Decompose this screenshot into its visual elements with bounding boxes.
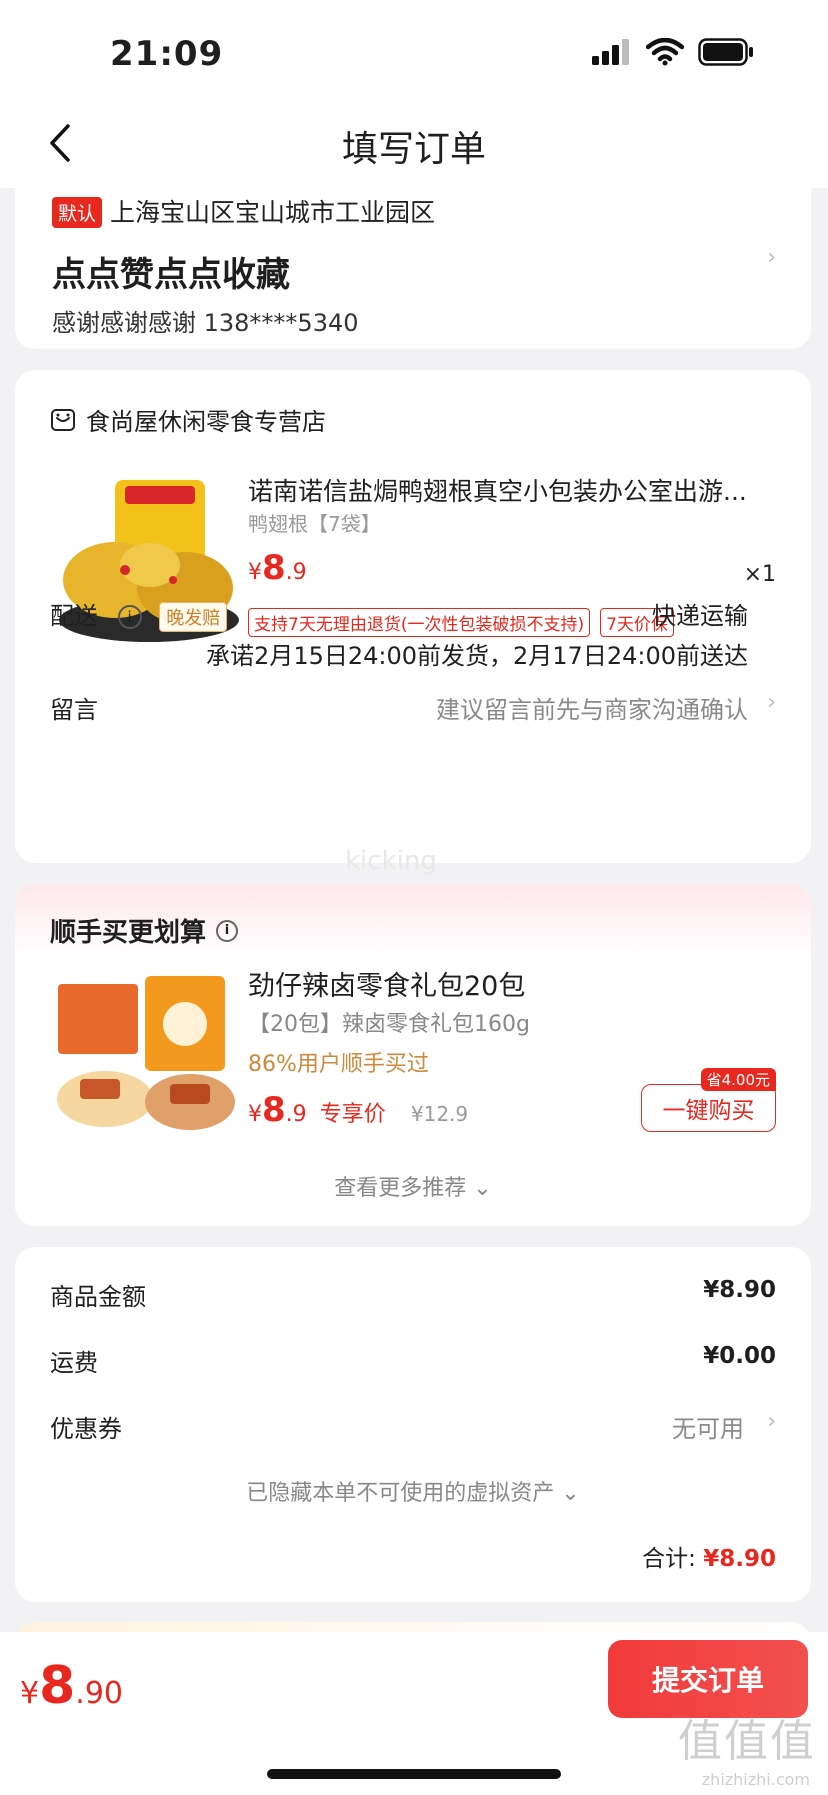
recommend-price: ¥8.9 专享价 ¥12.9 (248, 1090, 469, 1130)
chevron-down-icon: ⌄ (561, 1481, 580, 1506)
recommend-name[interactable]: 劲仔辣卤零食礼包20包 (248, 964, 525, 1003)
delivery-row[interactable]: 配送 i 晚发赔 快递运输 承诺2月15日24:00前发货，2月17日24:00… (50, 596, 776, 670)
status-bar: 21:09 (0, 0, 828, 100)
original-price: ¥12.9 (410, 1102, 469, 1126)
note-placeholder[interactable]: 建议留言前先与商家沟通确认 (436, 690, 748, 725)
store-name: 食尚屋休闲零食专营店 (86, 408, 326, 436)
recommend-social: 86%用户顺手买过 (248, 1052, 429, 1077)
shipping-value: ¥0.00 (703, 1343, 776, 1369)
home-indicator[interactable] (267, 1769, 561, 1779)
shipping-row: 运费 ¥0.00 (50, 1343, 776, 1378)
exclusive-price-label: 专享价 (319, 1102, 386, 1127)
chevron-right-icon: › (767, 1409, 776, 1434)
delivery-method: 快递运输 (652, 602, 748, 630)
store-icon (51, 408, 75, 431)
coupon-label: 优惠券 (50, 1415, 122, 1443)
chevron-right-icon: › (767, 690, 776, 715)
total-value: ¥8.90 (703, 1546, 776, 1572)
shipping-label: 运费 (50, 1349, 98, 1377)
late-compensation-badge: 晚发赔 (159, 602, 228, 632)
recommend-spec: 【20包】辣卤零食礼包160g (248, 1012, 530, 1037)
chevron-right-icon: › (767, 245, 776, 270)
product-spec[interactable]: 鸭翅根【7袋】 (248, 508, 381, 537)
recommend-image[interactable] (50, 964, 240, 1136)
address-contact: 感谢感谢感谢 138****5340 (52, 309, 359, 337)
status-time: 21:09 (110, 34, 224, 74)
product-price: ¥8.9 (248, 548, 307, 588)
bottom-bar: ¥8.90 提交订单 值值值 zhizhizhi.com (0, 1632, 828, 1795)
note-label: 留言 (50, 696, 98, 724)
goods-amount-label: 商品金额 (50, 1283, 146, 1311)
battery-icon (698, 38, 753, 66)
store-header[interactable]: 食尚屋休闲零食专营店 (50, 402, 326, 437)
watermark-url: zhizhizhi.com (701, 1770, 810, 1789)
coupon-value: 无可用 (672, 1415, 744, 1443)
summary-card: 商品金额 ¥8.90 运费 ¥0.00 优惠券 无可用 › 已隐藏本单不可使用的… (15, 1247, 811, 1602)
goods-amount-value: ¥8.90 (703, 1277, 776, 1303)
hidden-assets-toggle[interactable]: 已隐藏本单不可使用的虚拟资产 ⌄ (15, 1475, 811, 1507)
product-quantity[interactable]: ×1 (744, 562, 776, 587)
wifi-icon (646, 38, 684, 66)
recommend-card: 顺手买更划算 i 劲仔辣卤零食礼包20包 【20包】辣卤零食礼包160g 86%… (15, 884, 811, 1226)
page-title: 填写订单 (341, 129, 486, 170)
note-row[interactable]: 留言 建议留言前先与商家沟通确认 › (50, 690, 776, 725)
status-icons (592, 38, 754, 66)
total-label: 合计: (642, 1546, 696, 1572)
store-card: 食尚屋休闲零食专营店 诺南诺信盐焗鸭翅根真空小包装办公室出游... 鸭翅根【7袋… (15, 370, 811, 863)
signal-icon (592, 39, 629, 65)
goods-amount-row: 商品金额 ¥8.90 (50, 1277, 776, 1312)
default-tag: 默认 (52, 197, 103, 228)
address-card[interactable]: 默认 上海宝山区宝山城市工业园区 点点赞点点收藏 感谢感谢感谢 138****5… (15, 175, 811, 349)
total-row: 合计: ¥8.90 (642, 1539, 776, 1573)
delivery-label: 配送 (50, 602, 98, 630)
watermark-logo: 值值值 (678, 1716, 816, 1767)
coupon-row[interactable]: 优惠券 无可用 › (50, 1409, 776, 1444)
product-name[interactable]: 诺南诺信盐焗鸭翅根真空小包装办公室出游... (248, 472, 778, 508)
one-click-buy-button[interactable]: 一键购买 (641, 1084, 776, 1132)
info-icon[interactable]: i (117, 605, 142, 629)
save-badge: 省4.00元 (700, 1068, 776, 1091)
address-line: 上海宝山区宝山城市工业园区 (110, 198, 436, 227)
more-recommend[interactable]: 查看更多推荐 ⌄ (15, 1170, 811, 1202)
recommend-title: 顺手买更划算 i (50, 912, 239, 949)
delivery-promise: 承诺2月15日24:00前发货，2月17日24:00前送达 (206, 642, 748, 670)
bottom-total-price: ¥8.90 (20, 1656, 123, 1716)
info-icon[interactable]: i (216, 919, 239, 942)
watermark-text: kicking (345, 846, 437, 876)
address-title: 点点赞点点收藏 (52, 255, 290, 295)
chevron-down-icon: ⌄ (473, 1176, 492, 1201)
